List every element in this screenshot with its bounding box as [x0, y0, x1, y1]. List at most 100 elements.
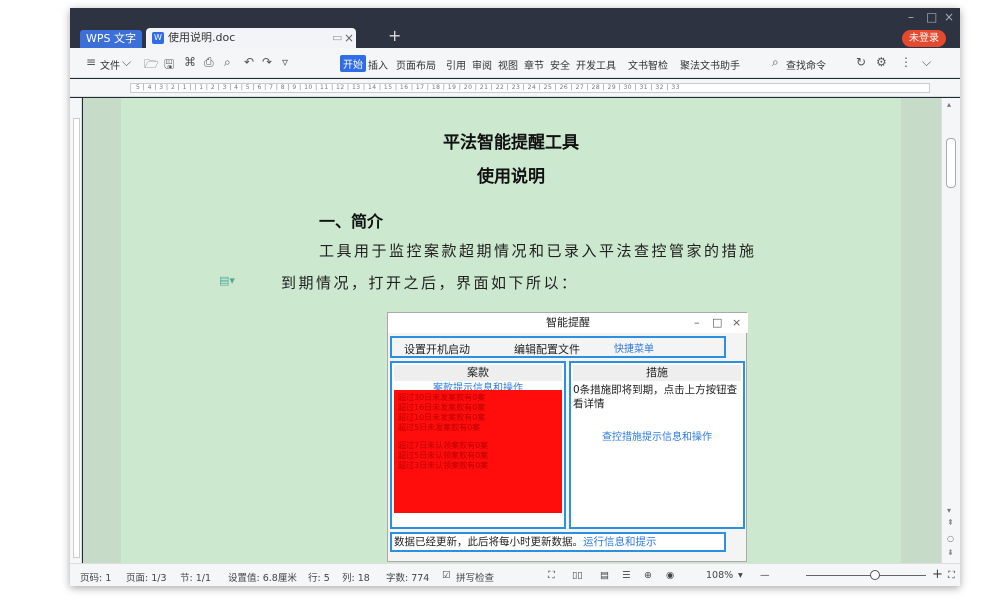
chevron-down-icon[interactable]: ⌵ [122, 55, 131, 70]
menu-doc-check[interactable]: 文书智检 [628, 57, 668, 72]
undo-icon[interactable]: ↶ [244, 55, 254, 69]
app-tab[interactable]: WPS 文字 [80, 30, 142, 48]
collapse-icon[interactable]: ⌵ [922, 55, 931, 70]
open-icon[interactable]: 🗁 [144, 55, 159, 76]
document-area[interactable]: 平法智能提醒工具 使用说明 一、简介 工具用于监控案款超期情况和已录入平法查控管… [83, 98, 941, 563]
fullscreen-icon[interactable]: ⛶ [548, 570, 555, 581]
measures-hint-link: 查控措施提示信息和操作 [602, 432, 712, 443]
dialog-toolbar: 设置开机启动 编辑配置文件 快捷菜单 [390, 336, 726, 358]
more-icon[interactable]: ⋮ [900, 55, 912, 69]
menu-security[interactable]: 安全 [550, 57, 570, 72]
document-tab[interactable]: W 使用说明.doc ▭ × [146, 28, 356, 48]
measures-status: 0条措施即将到期，点击上方按钮查看详情 [573, 384, 738, 410]
document-page[interactable]: 平法智能提醒工具 使用说明 一、简介 工具用于监控案款超期情况和已录入平法查控管… [121, 98, 901, 563]
search-commands[interactable]: 查找命令 [786, 57, 826, 72]
print-preview-icon[interactable]: ⌕ [224, 55, 231, 70]
document-subtitle: 使用说明 [477, 167, 545, 187]
search-icon[interactable]: ⌕ [772, 55, 779, 70]
scroll-down-icon[interactable]: ▾ [947, 506, 951, 515]
web-view-icon[interactable]: ⊕ [644, 570, 652, 581]
section-count[interactable]: 节: 1/1 [180, 570, 211, 584]
minimize-icon[interactable]: – [908, 10, 914, 24]
sync-icon[interactable]: ↻ [856, 55, 866, 69]
paragraph-marker-icon[interactable]: ▤▾ [219, 274, 235, 287]
zoom-level[interactable]: 108% [706, 570, 733, 581]
spell-check[interactable]: 拼写检查 [456, 570, 494, 584]
menu-chapter[interactable]: 章节 [524, 57, 544, 72]
vertical-ruler[interactable] [70, 98, 82, 563]
alert-line: 超过30日未发案款有0案 [398, 393, 486, 402]
zoom-out-icon[interactable]: — [760, 570, 770, 581]
settings-icon[interactable]: ⚙ [876, 55, 887, 69]
scroll-up-icon[interactable]: ▴ [947, 100, 951, 109]
menu-page-layout[interactable]: 页面布局 [396, 57, 436, 72]
outline-view-icon[interactable]: ☰ [622, 570, 631, 581]
read-mode-icon[interactable]: ▯▯ [572, 570, 582, 581]
spell-check-icon[interactable]: ☑ [442, 570, 451, 581]
quick-menu-label: 快捷菜单 [614, 344, 654, 355]
zoom-dropdown-icon[interactable]: ▾ [738, 570, 743, 581]
setting-value[interactable]: 设置值: 6.8厘米 [228, 570, 297, 584]
close-tab-icon[interactable]: × [344, 28, 354, 48]
document-tab-label: 使用说明.doc [168, 31, 236, 44]
new-tab-button[interactable]: + [388, 26, 401, 45]
case-funds-pane: 案款 案款提示信息和操作 超过30日未发案款有0案 超过16日未发案款有0案 超… [390, 361, 566, 529]
menu-reference[interactable]: 引用 [446, 57, 466, 72]
dropdown-icon[interactable]: ▿ [282, 55, 288, 69]
menu-file[interactable]: 文件 [100, 57, 120, 72]
zoom-slider[interactable] [806, 575, 926, 576]
eye-protect-icon[interactable]: ◉ [666, 570, 674, 581]
page-code[interactable]: 页码: 1 [80, 570, 111, 584]
menu-start[interactable]: 开始 [340, 55, 366, 72]
menu-bar: ≡ 文件 ⌵ 🗁 🖫 ⌘ ⎙ ⌕ ↶ ↷ ▿ 开始 插入 页面布局 引用 审阅 … [70, 48, 960, 78]
save-icon[interactable]: 🖫 [164, 55, 174, 76]
close-window-icon[interactable]: × [944, 10, 954, 24]
hamburger-icon[interactable]: ≡ [86, 55, 96, 69]
word-count[interactable]: 字数: 774 [386, 570, 429, 584]
menu-developer[interactable]: 开发工具 [576, 57, 616, 72]
dialog-close-icon: × [732, 316, 742, 329]
alert-line: 超过5日未发案款有0案 [398, 423, 481, 432]
status-message: 数据已经更新，此后将每小时更新数据。 [394, 536, 583, 548]
zoom-in-icon[interactable]: + [932, 567, 943, 582]
zoom-slider-knob[interactable] [870, 570, 880, 580]
row-indicator[interactable]: 行: 5 [308, 570, 330, 584]
menu-insert[interactable]: 插入 [368, 57, 388, 72]
menu-view[interactable]: 视图 [498, 57, 518, 72]
maximize-icon[interactable]: □ [926, 10, 937, 24]
monitor-icon[interactable]: ▭ [332, 28, 342, 48]
dialog-minimize-icon: – [694, 316, 700, 329]
horizontal-ruler[interactable]: 5 | 4 | 3 | 2 | 1 | | 1 | 2 | 3 | 4 | 5 … [70, 79, 960, 97]
section-heading: 一、简介 [319, 212, 384, 231]
alert-line: 超过5日未认领案款有0案 [398, 451, 489, 460]
redo-icon[interactable]: ↷ [262, 55, 272, 69]
next-page-icon[interactable]: ⇟ [947, 548, 954, 557]
wps-window: WPS 文字 W 使用说明.doc ▭ × + – □ × 未登录 ≡ 文件 ⌵… [70, 8, 960, 586]
title-bar: WPS 文字 W 使用说明.doc ▭ × + – □ × 未登录 [70, 8, 960, 48]
page-count[interactable]: 页面: 1/3 [126, 570, 167, 584]
alert-line: 超过16日未发案款有0案 [398, 403, 486, 412]
word-doc-icon: W [152, 32, 164, 44]
fit-window-icon[interactable]: ⛶ [948, 570, 955, 581]
scrollbar-thumb[interactable] [946, 138, 956, 188]
measures-pane: 措施 0条措施即将到期，点击上方按钮查看详情 查控措施提示信息和操作 [569, 361, 745, 529]
prev-page-icon[interactable]: ⇞ [947, 518, 954, 527]
login-button[interactable]: 未登录 [902, 30, 946, 47]
alert-line: 超过7日未认领案款有0案 [398, 441, 489, 450]
vertical-scrollbar[interactable]: ▴ ▾ ⇞ ○ ⇟ [941, 98, 960, 563]
measures-header: 措施 [573, 365, 741, 381]
format-painter-icon[interactable]: ⌘ [184, 55, 196, 69]
edit-config-button: 编辑配置文件 [514, 343, 580, 356]
status-bar: 页码: 1 页面: 1/3 节: 1/1 设置值: 6.8厘米 行: 5 列: … [70, 563, 960, 586]
menu-review[interactable]: 审阅 [472, 57, 492, 72]
col-indicator[interactable]: 列: 18 [342, 570, 370, 584]
ruler-numbers: 5 | 4 | 3 | 2 | 1 | | 1 | 2 | 3 | 4 | 5 … [136, 84, 681, 91]
select-browse-icon[interactable]: ○ [947, 534, 954, 543]
embedded-dialog-image: 智能提醒 – □ × 设置开机启动 编辑配置文件 快捷菜单 案款 案款提示信息和… [387, 312, 748, 562]
menu-jufa-assistant[interactable]: 聚法文书助手 [680, 57, 740, 72]
alert-line: 超过3日未认领案款有0案 [398, 461, 489, 470]
dialog-status-bar: 数据已经更新，此后将每小时更新数据。运行信息和提示 [390, 532, 726, 552]
page-view-icon[interactable]: ▤ [600, 570, 609, 581]
print-icon[interactable]: ⎙ [204, 55, 214, 70]
run-info-link: 运行信息和提示 [583, 536, 657, 548]
